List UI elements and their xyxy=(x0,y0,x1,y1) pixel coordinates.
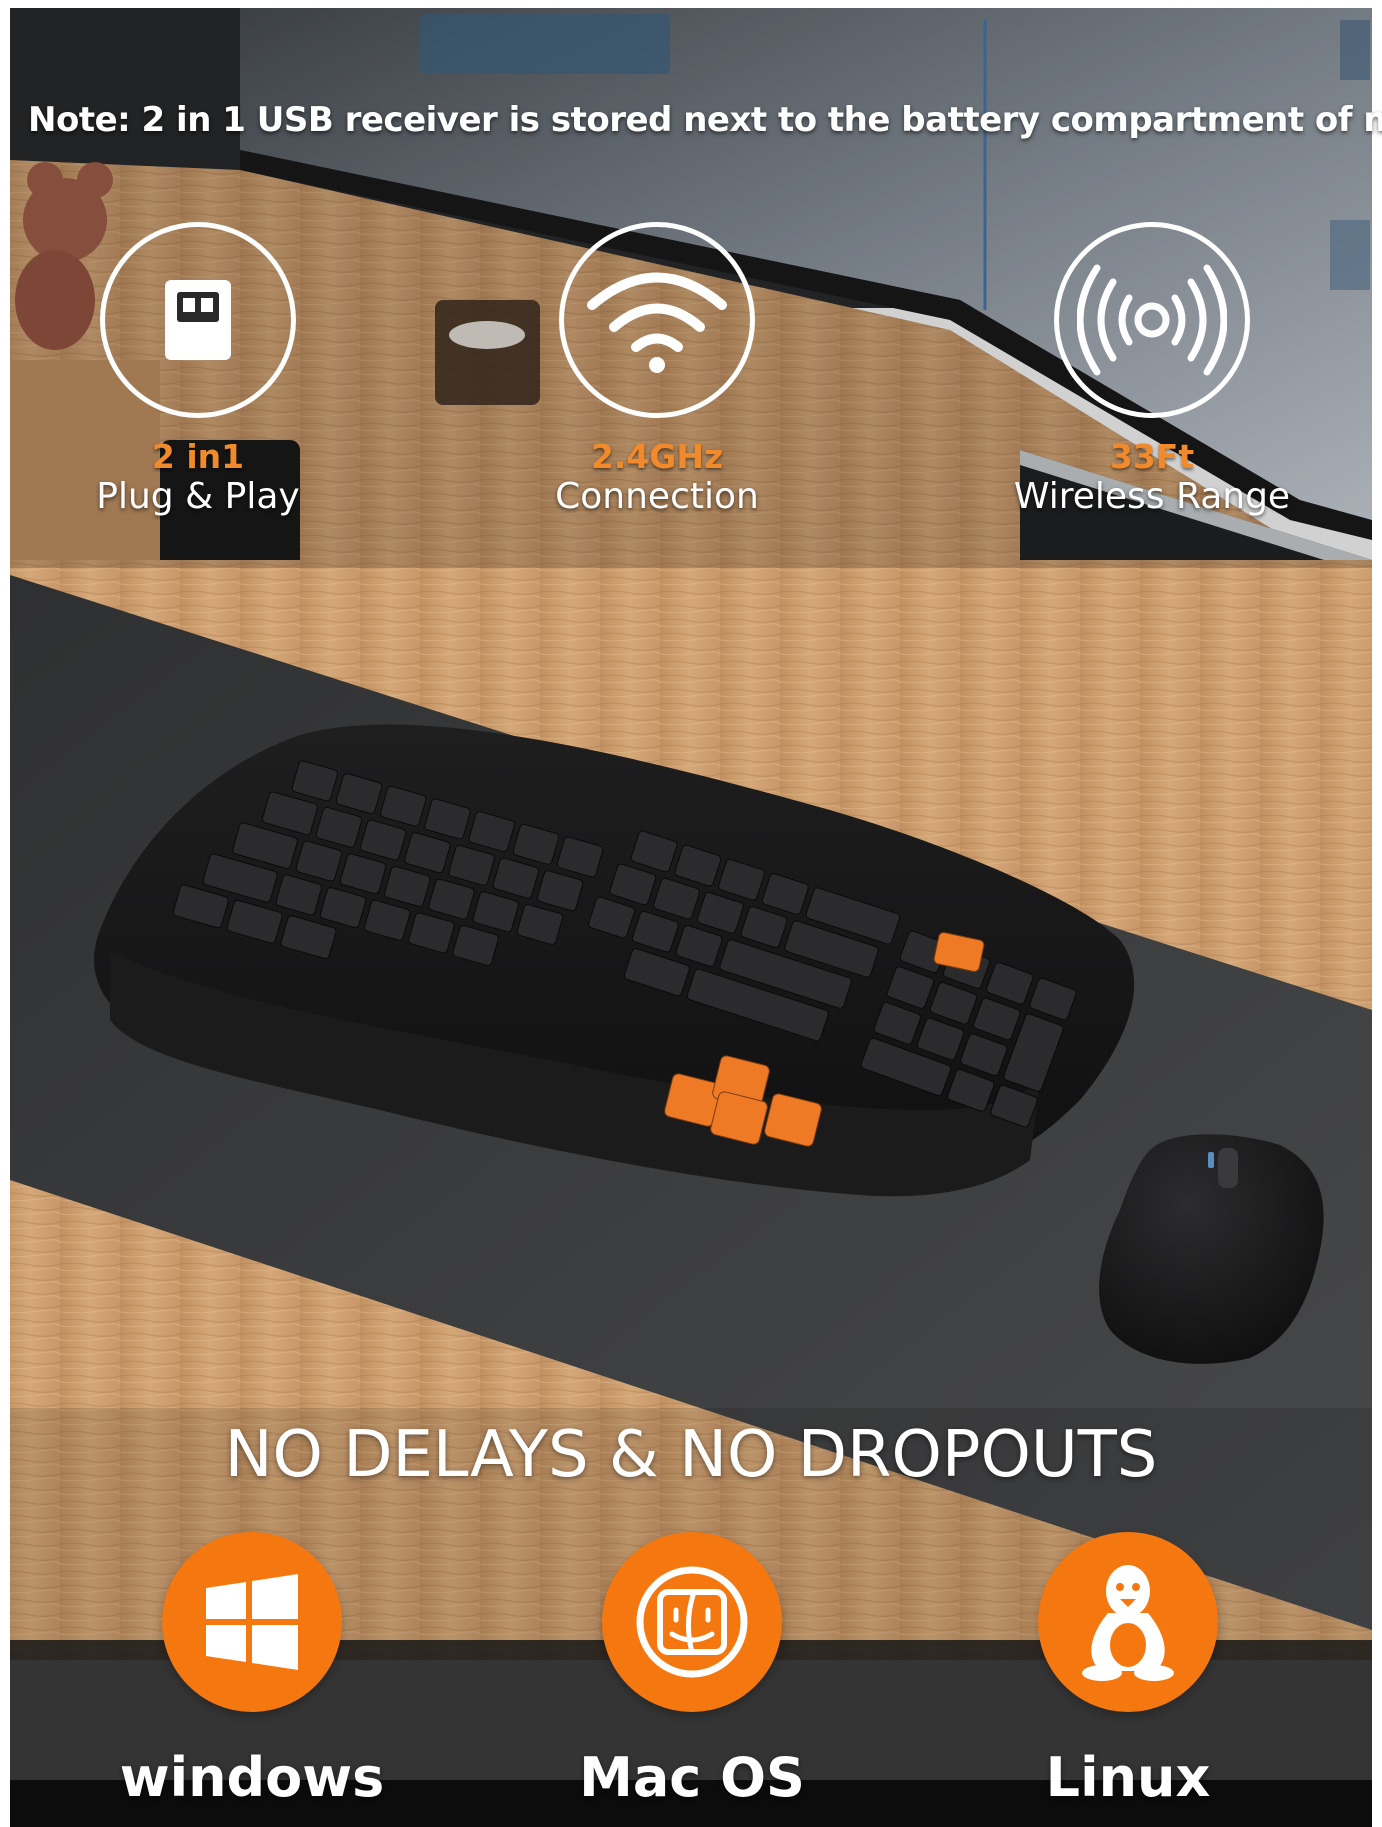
feature-value: 2.4GHz xyxy=(590,437,724,476)
feature-icon-ring xyxy=(559,222,755,418)
product-banner: Note: 2 in 1 USB receiver is stored next… xyxy=(0,0,1382,1827)
headline: NO DELAYS & NO DROPOUTS xyxy=(224,1418,1158,1492)
os-macos: Mac OS xyxy=(532,1532,852,1809)
feature-label: Wireless Range xyxy=(1013,476,1291,517)
os-label: Linux xyxy=(1045,1746,1211,1809)
os-label: windows xyxy=(119,1746,385,1809)
feature-label: Connection xyxy=(555,476,759,517)
feature-icon-ring xyxy=(100,222,296,418)
finder-face-icon xyxy=(636,1566,748,1678)
windows-logo-icon xyxy=(206,1574,298,1670)
os-icon-disc xyxy=(1038,1532,1218,1712)
feature-value: 2 in1 xyxy=(151,437,245,476)
feature-label: Plug & Play xyxy=(96,476,300,517)
usb-receiver-icon xyxy=(165,280,231,360)
os-icon-disc xyxy=(162,1532,342,1712)
os-icon-disc xyxy=(602,1532,782,1712)
wireless-signal-icon xyxy=(1077,264,1227,376)
feature-plug-and-play: 2 in1 Plug & Play xyxy=(48,222,348,518)
tux-penguin-icon xyxy=(1082,1565,1174,1681)
feature-value: 33Ft xyxy=(1109,437,1195,476)
feature-connection: 2.4GHz Connection xyxy=(507,222,807,518)
os-windows: windows xyxy=(92,1532,412,1809)
os-label: Mac OS xyxy=(579,1746,805,1809)
wifi-icon xyxy=(587,272,727,373)
receiver-storage-note: Note: 2 in 1 USB receiver is stored next… xyxy=(28,100,1382,140)
os-linux: Linux xyxy=(968,1532,1288,1809)
feature-wireless-range: 33Ft Wireless Range xyxy=(1002,222,1302,518)
feature-icon-ring xyxy=(1054,222,1250,418)
